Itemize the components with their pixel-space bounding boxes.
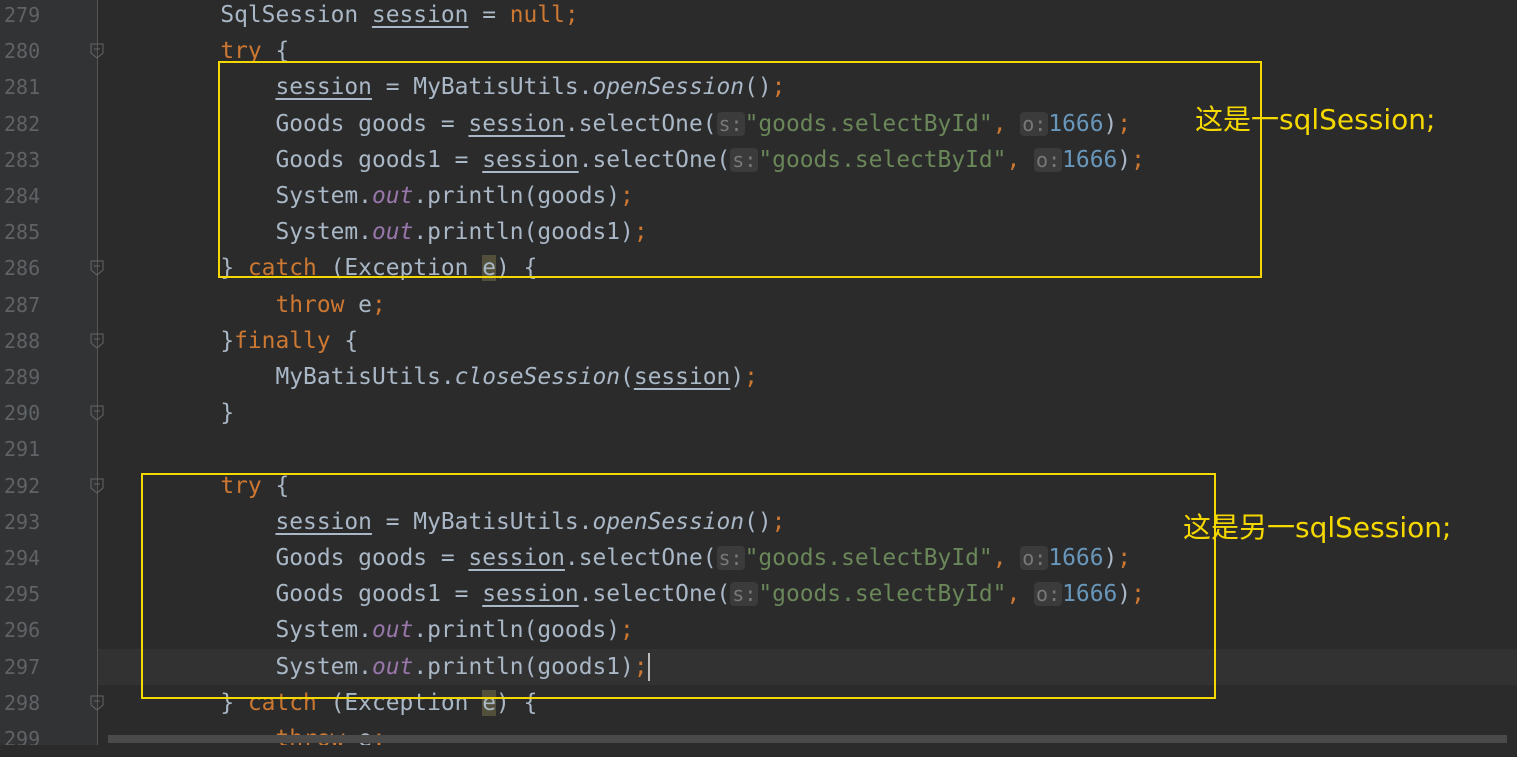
code-token: { [330, 327, 359, 354]
line-number: 286 [4, 256, 41, 281]
code-line[interactable]: MyBatisUtils.closeSession(session); [98, 359, 1517, 395]
code-token: ( [620, 364, 634, 390]
annotation-label-2: 这是另一sqlSession; [1183, 511, 1452, 544]
code-token: } [220, 400, 235, 427]
line-number: 296 [4, 618, 41, 643]
code-line[interactable] [98, 431, 1517, 467]
code-line[interactable]: SqlSession session = null; [98, 0, 1517, 33]
code-token: session [371, 2, 469, 28]
line-number: 283 [4, 147, 41, 172]
code-token: SqlSession [220, 2, 372, 28]
code-line[interactable]: } [98, 395, 1517, 431]
code-token: ) [730, 364, 745, 390]
line-number: 280 [4, 39, 41, 64]
line-number: 298 [4, 690, 41, 715]
line-number: 287 [4, 292, 41, 317]
code-line[interactable]: throw e; [98, 287, 1517, 323]
editor-bottom-edge [0, 745, 1517, 755]
code-token: ; [744, 364, 758, 390]
code-token: throw [275, 291, 345, 318]
fold-marker-icon[interactable] [90, 405, 104, 421]
line-number: 291 [4, 437, 41, 462]
horizontal-scrollbar[interactable] [108, 735, 1507, 743]
line-number: 292 [4, 473, 41, 498]
fold-marker-icon[interactable] [90, 43, 104, 59]
fold-marker-icon[interactable] [90, 333, 104, 349]
code-token: = [468, 2, 510, 28]
line-number: 293 [4, 509, 41, 534]
line-number: 282 [4, 111, 41, 136]
annotation-box-1 [218, 61, 1262, 278]
line-number: 290 [4, 401, 41, 426]
annotation-box-2 [141, 473, 1216, 699]
line-number: 279 [4, 3, 41, 27]
code-text: } [220, 395, 234, 431]
code-text: SqlSession session = null; [220, 0, 578, 33]
line-number: 289 [4, 365, 41, 389]
code-token: closeSession [454, 364, 621, 390]
code-token: } [220, 327, 235, 354]
line-number: 297 [4, 654, 41, 679]
code-token: ; [564, 2, 579, 28]
code-token: ; [371, 291, 386, 318]
code-token: e [344, 291, 372, 318]
code-token: session [633, 364, 731, 390]
line-number: 285 [4, 220, 41, 245]
code-token: MyBatisUtils. [275, 364, 455, 390]
fold-marker-icon[interactable] [90, 695, 104, 711]
line-number: 284 [4, 184, 41, 208]
line-number: 295 [4, 582, 41, 607]
line-number-gutter[interactable]: 279 280 281 282 283 284 285 286 287 288 289 290 291 2… [0, 0, 97, 755]
code-text: MyBatisUtils.closeSession(session); [275, 359, 757, 395]
fold-marker-icon[interactable] [90, 260, 104, 277]
code-line[interactable]: }finally { [98, 323, 1517, 359]
fold-marker-icon[interactable] [90, 478, 104, 494]
line-number: 281 [4, 75, 41, 100]
code-text: }finally { [220, 323, 358, 359]
code-text: throw e; [275, 287, 385, 323]
code-token: null [509, 2, 565, 28]
line-number: 288 [4, 328, 41, 353]
annotation-label-1: 这是一sqlSession; [1195, 103, 1436, 136]
code-token: finally [234, 327, 331, 354]
line-number: 294 [4, 546, 41, 570]
